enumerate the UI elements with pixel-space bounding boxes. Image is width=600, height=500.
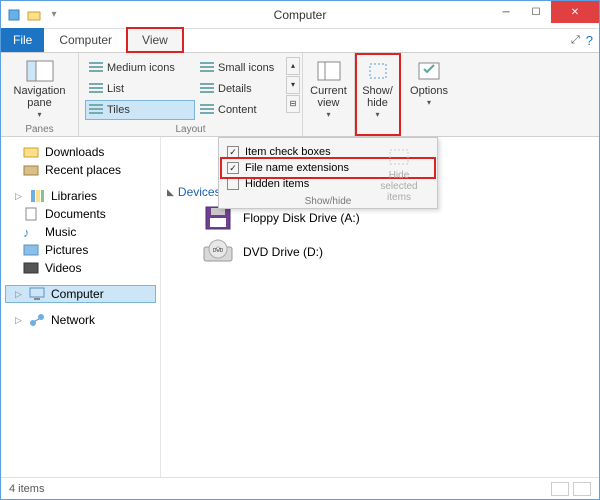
tab-computer[interactable]: Computer <box>44 28 127 52</box>
qat-newfolder-icon[interactable] <box>25 6 43 24</box>
window-title: Computer <box>274 8 327 22</box>
show-hide-dropdown: ✓Item check boxes ✓File name extensions … <box>218 137 438 209</box>
ribbon-collapse-icon[interactable]: ⤢ <box>571 34 580 47</box>
title-bar: ▾ Computer ─ ☐ ✕ <box>1 1 599 29</box>
pictures-icon <box>23 243 39 257</box>
computer-icon <box>29 287 45 301</box>
options-icon <box>415 59 443 83</box>
nav-computer[interactable]: ▷Computer <box>5 285 156 303</box>
view-details-icon[interactable] <box>551 482 569 496</box>
svg-text:DVD: DVD <box>213 248 224 254</box>
hide-selected-items: Hide selected items <box>369 146 429 203</box>
network-icon <box>29 313 45 327</box>
layout-medium[interactable]: Medium icons <box>85 58 195 78</box>
music-icon: ♪ <box>23 225 39 239</box>
options-label: Options <box>410 85 448 97</box>
libraries-icon <box>29 189 45 203</box>
view-large-icon[interactable] <box>573 482 591 496</box>
device-dvd[interactable]: DVD DVD Drive (D:) <box>167 237 593 267</box>
navigation-pane-button[interactable]: Navigation pane ▾ <box>7 55 72 124</box>
layout-list[interactable]: List <box>85 79 195 99</box>
navigation-pane-label: Navigation pane <box>14 85 66 109</box>
recent-icon <box>23 163 39 177</box>
tab-file[interactable]: File <box>1 28 44 52</box>
current-view-label: Current view <box>310 85 347 109</box>
nav-network[interactable]: ▷Network <box>5 311 156 329</box>
nav-downloads[interactable]: Downloads <box>5 143 156 161</box>
help-icon[interactable]: ? <box>586 33 593 48</box>
documents-icon <box>23 207 39 221</box>
qat-properties-icon[interactable] <box>5 6 23 24</box>
qat-dropdown-icon[interactable]: ▾ <box>45 6 63 24</box>
layout-more-icon[interactable]: ⊟ <box>286 95 300 113</box>
dvd-icon: DVD <box>203 239 233 265</box>
layout-details[interactable]: Details <box>196 79 290 99</box>
nav-libraries[interactable]: ▷Libraries <box>5 187 156 205</box>
popup-group-label: Show/hide <box>219 196 437 207</box>
options-button[interactable]: Options ▾ <box>407 55 451 112</box>
current-view-icon <box>315 59 343 83</box>
nav-pictures[interactable]: Pictures <box>5 241 156 259</box>
minimize-button[interactable]: ─ <box>491 1 521 23</box>
status-item-count: 4 items <box>9 483 44 495</box>
ribbon-tabs: File Computer View ⤢ ? <box>1 29 599 53</box>
device-floppy-label: Floppy Disk Drive (A:) <box>243 211 360 225</box>
nav-recent[interactable]: Recent places <box>5 161 156 179</box>
close-button[interactable]: ✕ <box>551 1 599 23</box>
ribbon: Navigation pane ▾ Panes Medium icons Sma… <box>1 53 599 137</box>
status-bar: 4 items <box>1 477 599 499</box>
downloads-icon <box>23 145 39 159</box>
nav-documents[interactable]: Documents <box>5 205 156 223</box>
videos-icon <box>23 261 39 275</box>
group-label-layout: Layout <box>79 124 302 135</box>
layout-gallery[interactable]: Medium icons Small icons List Details Ti… <box>85 58 296 120</box>
layout-scroll-down-icon[interactable]: ▾ <box>286 76 300 94</box>
show-hide-button[interactable]: Show/ hide ▾ <box>361 55 394 124</box>
layout-tiles[interactable]: Tiles <box>85 100 195 120</box>
maximize-button[interactable]: ☐ <box>521 1 551 23</box>
nav-videos[interactable]: Videos <box>5 259 156 277</box>
layout-scroll-up-icon[interactable]: ▴ <box>286 57 300 75</box>
current-view-button[interactable]: Current view ▾ <box>309 55 348 124</box>
nav-music[interactable]: ♪Music <box>5 223 156 241</box>
layout-content[interactable]: Content <box>196 100 290 120</box>
navigation-pane-icon <box>26 59 54 83</box>
layout-small[interactable]: Small icons <box>196 58 290 78</box>
tab-view[interactable]: View <box>127 28 183 52</box>
group-label-panes: Panes <box>1 124 78 135</box>
device-dvd-label: DVD Drive (D:) <box>243 245 323 259</box>
navigation-tree[interactable]: Downloads Recent places ▷Libraries Docum… <box>1 137 161 477</box>
show-hide-label: Show/ hide <box>362 85 393 109</box>
show-hide-icon <box>364 59 392 83</box>
